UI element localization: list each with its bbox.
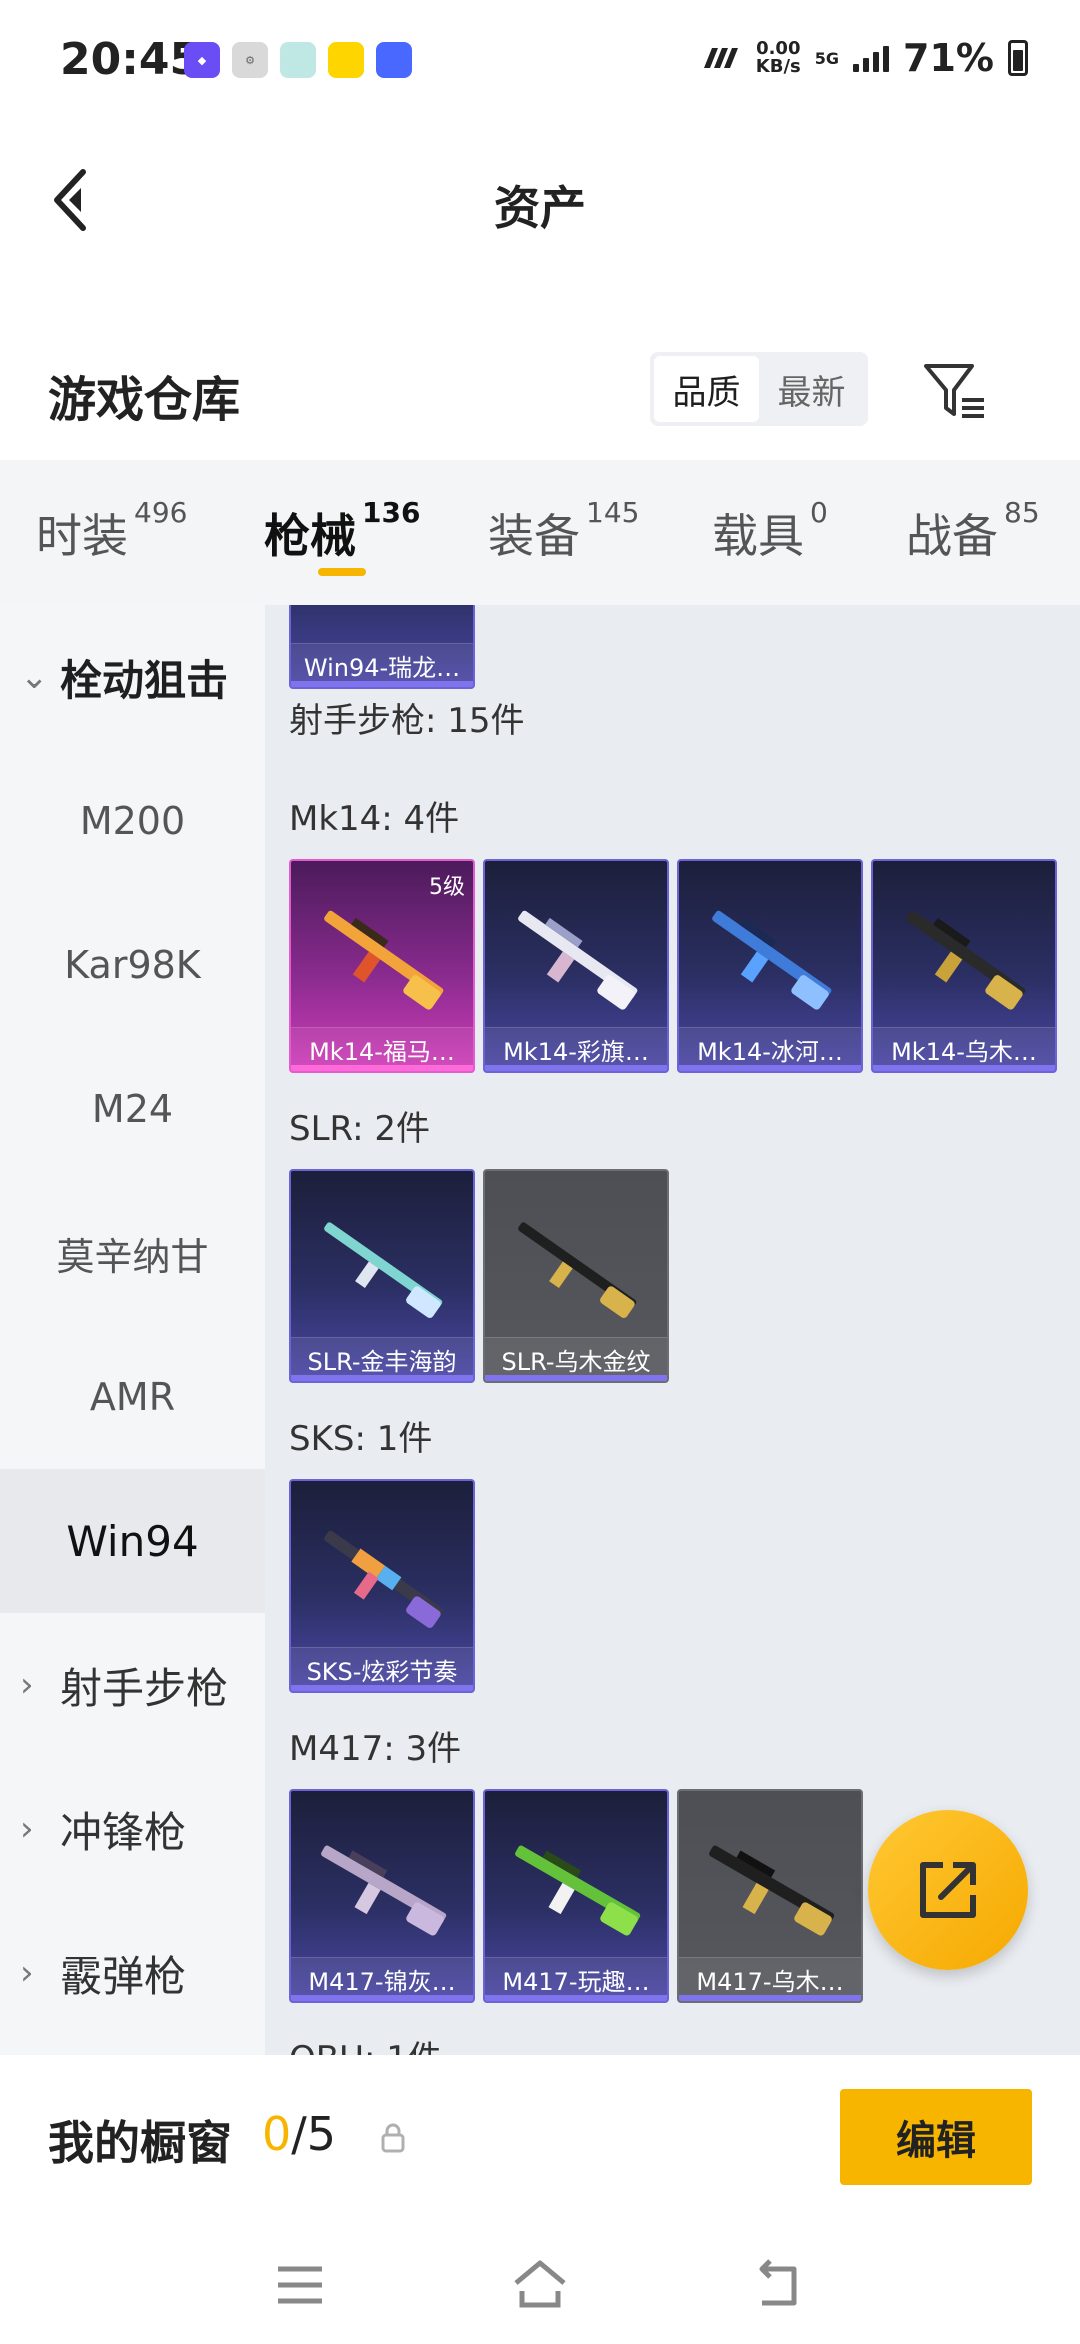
weapon-card[interactable]: Win94-瑞龙… <box>289 605 475 689</box>
chevron-right-icon: › <box>20 1665 34 1705</box>
sidebar-item-m200[interactable]: M200 <box>0 749 265 893</box>
signal-icon <box>853 44 890 72</box>
active-tab-indicator <box>318 568 366 576</box>
sidebar-item-mosin[interactable]: 莫辛纳甘 <box>0 1181 265 1325</box>
section-label: M417: 3件 <box>289 1729 462 1769</box>
weapon-card[interactable]: Mk14-彩旗… <box>483 859 669 1073</box>
battery-percent: 71% <box>903 36 994 80</box>
status-time: 20:45 <box>60 34 201 85</box>
sort-quality-option[interactable]: 品质 <box>654 356 759 422</box>
level-badge: 5级 <box>429 875 465 900</box>
warehouse-bar: 游戏仓库 品质 最新 <box>0 330 1080 450</box>
section-label: QBU: 1件 <box>289 2031 442 2055</box>
settings-notification-icon: ⚙ <box>232 42 268 78</box>
network-speed: 0.00 KB/s <box>755 38 801 77</box>
rifle-image <box>518 910 638 1010</box>
weapon-card[interactable]: M417-锦灰… <box>289 1789 475 2003</box>
rifle-image <box>906 910 1026 1010</box>
share-icon <box>920 1862 976 1918</box>
weapon-card[interactable]: Mk14-乌木… <box>871 859 1057 1073</box>
showcase-count: 0/5 <box>262 2107 337 2161</box>
tab-fashion[interactable]: 时装 496 <box>36 496 187 566</box>
weapon-card[interactable]: SLR-金丰海韵 <box>289 1169 475 1383</box>
lock-icon <box>381 2123 405 2153</box>
home-icon[interactable] <box>510 2255 570 2315</box>
wifi-speed-icon <box>703 48 738 68</box>
status-bar: 20:45 ◆ ⚙ 0.00 KB/s 5G 71% <box>0 0 1080 120</box>
chevron-down-icon: ⌄ <box>20 657 49 697</box>
sidebar-item-win94[interactable]: Win94 <box>0 1469 265 1613</box>
rifle-image <box>324 1222 443 1318</box>
weapon-card[interactable]: SLR-乌木金纹 <box>483 1169 669 1383</box>
section-label: Mk14: 4件 <box>289 799 460 839</box>
edit-button[interactable]: 编辑 <box>840 2089 1032 2185</box>
weapon-sidebar: ⌄ 栓动狙击 M200 Kar98K M24 莫辛纳甘 AMR Win94 › … <box>0 605 265 2055</box>
sidebar-group-smg[interactable]: › 冲锋枪 <box>0 1757 265 1901</box>
rifle-image <box>321 1845 447 1936</box>
back-nav-icon[interactable] <box>750 2255 810 2315</box>
rifle-image <box>324 910 444 1010</box>
app-header: 资产 <box>0 120 1080 280</box>
weapon-card[interactable]: M417-乌木… <box>677 1789 863 2003</box>
page-title: 资产 <box>494 181 586 235</box>
app-yellow-notification-icon <box>328 42 364 78</box>
showcase-bar: 我的橱窗 0/5 编辑 <box>0 2055 1080 2225</box>
menu-icon[interactable] <box>270 2255 330 2315</box>
network-type: 5G <box>814 48 840 68</box>
sidebar-item-amr[interactable]: AMR <box>0 1325 265 1469</box>
tab-supplies[interactable]: 战备 85 <box>906 496 1040 566</box>
weapon-card[interactable]: Mk14-冰河… <box>677 859 863 1073</box>
chevron-right-icon: › <box>20 1809 34 1849</box>
showcase-label: 我的橱窗 <box>48 2116 232 2170</box>
rifle-image <box>324 1530 444 1628</box>
chevron-right-icon: › <box>20 1953 34 1993</box>
sidebar-group-bolt-action[interactable]: ⌄ 栓动狙击 <box>0 605 265 749</box>
sidebar-group-shotgun[interactable]: › 霰弹枪 <box>0 1901 265 2045</box>
section-label: SKS: 1件 <box>289 1419 433 1459</box>
sort-toggle: 品质 最新 <box>650 352 868 426</box>
filter-button[interactable] <box>920 356 990 426</box>
message-notification-icon <box>280 42 316 78</box>
system-nav-bar <box>0 2225 1080 2344</box>
weapon-card[interactable]: M417-玩趣… <box>483 1789 669 2003</box>
battery-icon <box>1008 40 1028 76</box>
tab-guns[interactable]: 枪械 136 <box>264 496 420 566</box>
weapon-card[interactable]: SKS-炫彩节奏 <box>289 1479 475 1693</box>
sidebar-group-dmr[interactable]: › 射手步枪 <box>0 1613 265 1757</box>
notification-icons: ◆ ⚙ <box>184 42 412 78</box>
rifle-image <box>518 1222 637 1318</box>
tab-equipment[interactable]: 装备 145 <box>488 496 639 566</box>
category-tabs: 时装 496 枪械 136 装备 145 载具 0 战备 85 <box>0 460 1080 605</box>
rifle-image <box>709 1845 835 1936</box>
section-label: SLR: 2件 <box>289 1109 430 1149</box>
vivo-notification-icon <box>376 42 412 78</box>
share-button[interactable] <box>868 1810 1028 1970</box>
sort-newest-option[interactable]: 最新 <box>759 356 864 422</box>
sidebar-item-m24[interactable]: M24 <box>0 1037 265 1181</box>
rifle-image <box>712 910 832 1010</box>
app-notification-icon: ◆ <box>184 42 220 78</box>
warehouse-title: 游戏仓库 <box>48 372 241 428</box>
tab-vehicles[interactable]: 载具 0 <box>712 496 828 566</box>
weapon-card[interactable]: 5级 Mk14-福马… <box>289 859 475 1073</box>
sidebar-item-kar98k[interactable]: Kar98K <box>0 893 265 1037</box>
rifle-image <box>515 1845 641 1936</box>
filter-icon <box>924 364 984 418</box>
category-header: 射手步枪: 15件 <box>289 701 525 741</box>
